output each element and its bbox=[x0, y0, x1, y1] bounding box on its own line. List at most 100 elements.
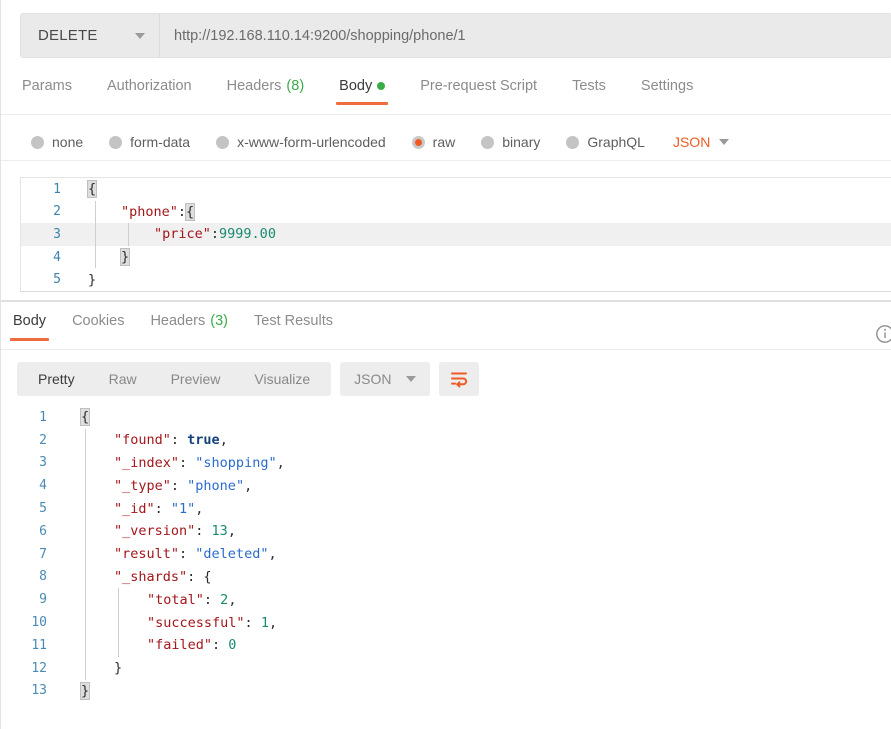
line-number: 5 bbox=[53, 272, 61, 288]
code-line: 11 "failed": 0 bbox=[1, 633, 891, 657]
code-line-content: "price":9999.00 bbox=[75, 223, 891, 246]
response-tab-cookies[interactable]: Cookies bbox=[72, 313, 124, 341]
code-line: 9 "total": 2, bbox=[1, 588, 891, 612]
token-pun: , bbox=[268, 614, 278, 631]
indent-guide bbox=[95, 200, 96, 224]
token-str: "1" bbox=[170, 500, 196, 517]
tab-label: Headers bbox=[150, 313, 206, 329]
token-num: 13 bbox=[211, 523, 228, 540]
token-pun: : bbox=[210, 226, 220, 243]
token-pun: : bbox=[195, 523, 212, 540]
http-method-dropdown[interactable]: DELETE bbox=[21, 14, 160, 57]
body-type-radio-graphql[interactable]: GraphQL bbox=[566, 134, 645, 150]
code-tokens: "_index": "shopping", bbox=[63, 455, 285, 471]
code-tokens: { bbox=[63, 408, 91, 427]
request-tab-pre-request-script[interactable]: Pre-request Script bbox=[420, 78, 537, 105]
radio-button-icon bbox=[31, 135, 44, 149]
token-str: "shopping" bbox=[195, 454, 277, 471]
tab-label: Authorization bbox=[106, 78, 192, 94]
code-tokens: "total": 2, bbox=[63, 592, 236, 608]
request-tab-authorization[interactable]: Authorization bbox=[107, 78, 192, 105]
code-line: 7 "result": "deleted", bbox=[1, 542, 891, 566]
token-key: "_type" bbox=[114, 477, 171, 494]
request-url-bar: DELETE http://192.168.110.14:9200/shoppi… bbox=[20, 13, 891, 58]
request-body-editor[interactable]: 1{2 "phone":{3 "price":9999.00 4} 5} bbox=[20, 177, 891, 291]
indent-guide bbox=[95, 223, 96, 246]
line-number: 4 bbox=[39, 478, 47, 494]
body-format-dropdown[interactable]: JSON bbox=[672, 134, 730, 150]
token-key: "successful" bbox=[147, 614, 245, 631]
code-line: 13} bbox=[1, 680, 891, 703]
code-line-content: } bbox=[63, 656, 891, 680]
request-tab-params[interactable]: Params bbox=[22, 78, 72, 105]
radio-selected-dot bbox=[414, 138, 422, 146]
indent-guide bbox=[85, 428, 86, 452]
code-tokens: "price":9999.00 bbox=[75, 226, 276, 242]
response-body-viewer[interactable]: 1{2 "found": true, 3 "_index": "shopping", 4… bbox=[1, 406, 891, 706]
token-pun: : bbox=[244, 614, 261, 631]
response-tab-body[interactable]: Body bbox=[9, 313, 50, 341]
code-tokens: "successful": 1, bbox=[63, 615, 277, 631]
info-circle-icon[interactable] bbox=[874, 323, 891, 345]
body-type-radio-none[interactable]: none bbox=[31, 134, 83, 150]
line-number: 1 bbox=[53, 181, 61, 197]
body-type-radio-x-www-form-urlencoded[interactable]: x-www-form-urlencoded bbox=[216, 134, 386, 150]
token-pun: , bbox=[219, 432, 228, 449]
request-tab-tests[interactable]: Tests bbox=[572, 78, 606, 105]
token-key: "failed" bbox=[147, 637, 213, 654]
line-number: 2 bbox=[53, 204, 61, 220]
token-pun: , bbox=[227, 523, 236, 540]
code-line: 1{ bbox=[1, 406, 891, 429]
request-url-input[interactable]: http://192.168.110.14:9200/shopping/phon… bbox=[160, 14, 891, 57]
token-pun: , bbox=[244, 477, 253, 494]
body-type-divider bbox=[1, 160, 891, 161]
code-line: 5} bbox=[21, 268, 891, 291]
code-line-content: "found": true, bbox=[63, 428, 891, 452]
body-type-radio-binary[interactable]: binary bbox=[481, 134, 540, 150]
code-line-content: "total": 2, bbox=[63, 588, 891, 612]
response-view-visualize[interactable]: Visualize bbox=[237, 362, 327, 396]
body-type-radio-raw[interactable]: raw bbox=[411, 134, 456, 150]
response-view-pretty[interactable]: Pretty bbox=[21, 362, 92, 396]
request-tab-settings[interactable]: Settings bbox=[641, 78, 693, 105]
code-line: 1{ bbox=[21, 178, 891, 201]
word-wrap-toggle-button[interactable] bbox=[438, 362, 479, 396]
response-view-preview[interactable]: Preview bbox=[154, 362, 238, 396]
radio-label: form-data bbox=[130, 134, 191, 150]
code-line-content: } bbox=[75, 268, 891, 291]
line-number: 13 bbox=[31, 683, 47, 699]
code-tokens: "result": "deleted", bbox=[63, 546, 277, 562]
tab-label: Body bbox=[13, 313, 47, 329]
code-tokens: } bbox=[63, 681, 91, 700]
token-brace-hl: { bbox=[79, 408, 91, 427]
code-line: 8 "_shards": { bbox=[1, 565, 891, 589]
line-number: 12 bbox=[31, 660, 47, 676]
response-format-dropdown[interactable]: JSON bbox=[340, 362, 430, 396]
response-tab-headers[interactable]: Headers (3) bbox=[150, 313, 228, 341]
code-line-content: { bbox=[75, 178, 891, 201]
tab-label: Params bbox=[22, 78, 72, 94]
body-format-label: JSON bbox=[672, 134, 711, 150]
code-line-content: "_type": "phone", bbox=[63, 474, 891, 498]
token-num: 0 bbox=[228, 637, 237, 654]
token-pun: , bbox=[276, 454, 285, 471]
request-tab-headers[interactable]: Headers (8) bbox=[227, 78, 305, 105]
response-view-raw[interactable]: Raw bbox=[92, 362, 154, 396]
token-pun: : bbox=[203, 591, 221, 608]
token-str: "phone" bbox=[187, 477, 245, 494]
radio-label: raw bbox=[432, 134, 456, 150]
line-number: 5 bbox=[39, 501, 47, 517]
indent-guide bbox=[85, 497, 86, 520]
radio-button-icon bbox=[481, 135, 495, 149]
code-tokens: { bbox=[75, 180, 98, 199]
chevron-down-icon bbox=[719, 139, 730, 145]
request-tab-body[interactable]: Body bbox=[336, 78, 389, 105]
pane-divider[interactable] bbox=[1, 300, 891, 302]
response-tab-test-results[interactable]: Test Results bbox=[254, 313, 333, 341]
token-key: "price" bbox=[154, 226, 211, 243]
token-pun: : bbox=[179, 546, 196, 563]
chevron-down-icon bbox=[135, 32, 145, 39]
body-type-radio-form-data[interactable]: form-data bbox=[109, 134, 190, 150]
code-line-content: "_version": 13, bbox=[63, 519, 891, 543]
token-pun: : bbox=[179, 454, 196, 471]
